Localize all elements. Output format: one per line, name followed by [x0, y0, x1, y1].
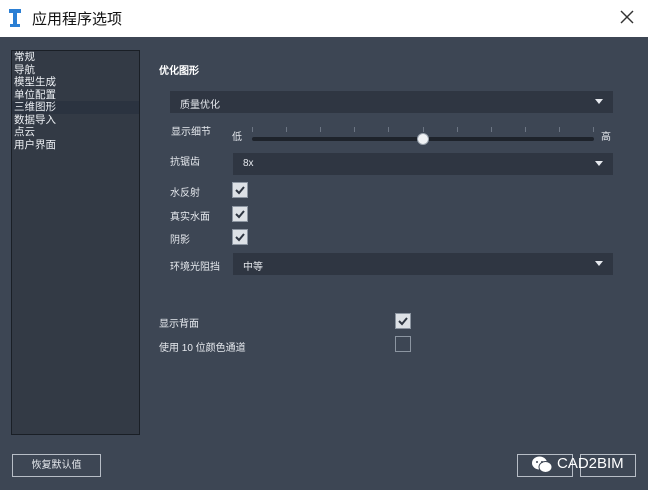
- slider-tick: [320, 127, 322, 132]
- water-reflection-label: 水反射: [170, 188, 200, 199]
- check-icon: [398, 317, 408, 326]
- realistic-water-checkbox[interactable]: [232, 206, 248, 222]
- slider-tick: [252, 127, 253, 132]
- shadows-label: 阴影: [170, 235, 190, 246]
- slider-tick: [490, 127, 492, 132]
- nav-item[interactable]: 常规: [12, 51, 139, 64]
- ambient-occlusion-label: 环境光阻挡: [170, 262, 220, 273]
- wechat-icon: [532, 456, 553, 473]
- antialias-select[interactable]: 8x: [233, 153, 613, 175]
- window-title: 应用程序选项: [32, 11, 123, 28]
- title-bar: 应用程序选项: [0, 0, 648, 37]
- realistic-water-label: 真实水面: [170, 212, 210, 223]
- nav-item[interactable]: 数据导入: [12, 114, 139, 127]
- detail-min-label: 低: [232, 132, 242, 143]
- app-icon: [9, 9, 21, 27]
- chevron-down-icon: [595, 161, 603, 166]
- nav-item[interactable]: 模型生成: [12, 76, 139, 89]
- slider-tick: [558, 127, 560, 132]
- nav-item[interactable]: 导航: [12, 64, 139, 77]
- shadows-checkbox[interactable]: [232, 229, 248, 245]
- watermark: CAD2BIM: [531, 454, 631, 476]
- slider-tick: [456, 127, 458, 132]
- water-reflection-checkbox[interactable]: [232, 182, 248, 198]
- close-icon[interactable]: [618, 8, 636, 26]
- ambient-occlusion-select[interactable]: 中等: [233, 253, 613, 275]
- detail-label: 显示细节: [171, 127, 211, 138]
- options-nav-list: 常规 导航 模型生成 单位配置 三维图形 数据导入 点云 用户界面: [11, 50, 140, 435]
- nav-item[interactable]: 单位配置: [12, 89, 139, 102]
- slider-tick: [388, 127, 390, 132]
- restore-defaults-button[interactable]: 恢复默认值: [12, 454, 101, 477]
- check-icon: [235, 186, 245, 195]
- slider-tick: [524, 127, 526, 132]
- ten-bit-color-checkbox[interactable]: [395, 336, 411, 352]
- slider-tick: [593, 127, 594, 132]
- detail-max-label: 高: [601, 132, 611, 143]
- show-backface-checkbox[interactable]: [395, 313, 411, 329]
- chevron-down-icon: [595, 261, 603, 266]
- antialias-value: 8x: [243, 158, 254, 169]
- slider-tick: [354, 127, 356, 132]
- check-icon: [235, 233, 245, 242]
- ambient-occlusion-value: 中等: [243, 262, 263, 273]
- nav-item[interactable]: 三维图形: [12, 101, 139, 114]
- chevron-down-icon: [595, 99, 603, 104]
- watermark-text: CAD2BIM: [557, 455, 624, 472]
- check-icon: [235, 210, 245, 219]
- quality-preset-value: 质量优化: [180, 100, 220, 111]
- nav-item[interactable]: 用户界面: [12, 139, 139, 152]
- antialias-label: 抗锯齿: [170, 157, 200, 168]
- ten-bit-color-label: 使用 10 位颜色通道: [159, 343, 246, 354]
- quality-preset-select[interactable]: 质量优化: [170, 91, 613, 113]
- show-backface-label: 显示背面: [159, 319, 199, 330]
- detail-slider-thumb[interactable]: [417, 133, 429, 145]
- detail-slider[interactable]: [252, 133, 594, 145]
- dialog-body: 常规 导航 模型生成 单位配置 三维图形 数据导入 点云 用户界面 优化图形 质量优化 显示细…: [0, 37, 648, 490]
- slider-tick: [286, 127, 288, 132]
- slider-tick: [422, 127, 424, 132]
- nav-item[interactable]: 点云: [12, 126, 139, 139]
- section-title: 优化图形: [159, 66, 199, 77]
